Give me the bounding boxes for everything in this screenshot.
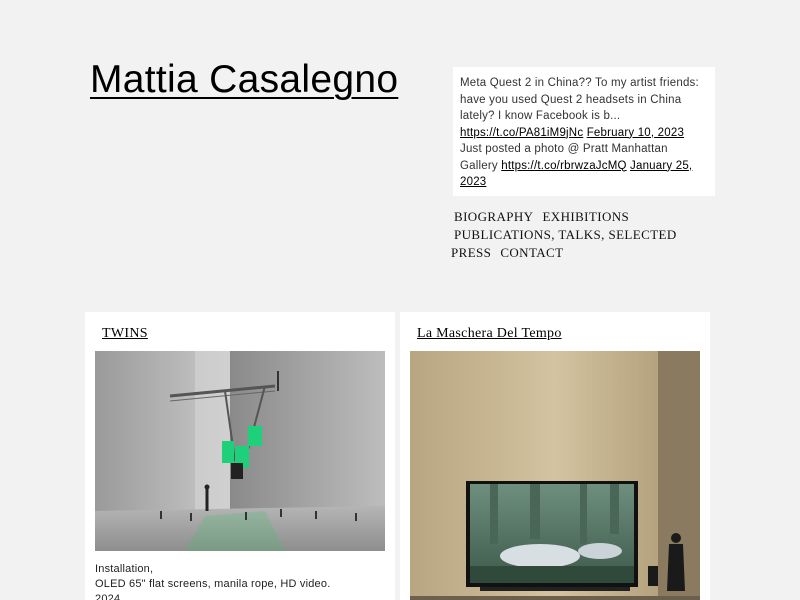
nav-item-contact[interactable]: Contact: [500, 245, 563, 260]
project-image[interactable]: [410, 351, 700, 600]
caption-line: 2024: [95, 593, 121, 600]
feed-post-link[interactable]: https://t.co/PA81iM9jNc: [460, 127, 583, 139]
caption-line: Installation,: [95, 563, 154, 575]
project-card-twins[interactable]: TWINS Installation, OLED 65" flat screen…: [85, 312, 395, 600]
nav-item-press[interactable]: Press: [451, 245, 491, 260]
feed-post-date[interactable]: February 10, 2023: [587, 127, 684, 139]
project-title[interactable]: La Maschera Del Tempo: [417, 326, 562, 342]
project-card-la-maschera[interactable]: La Maschera Del Tempo: [400, 312, 710, 600]
nav-item-publications[interactable]: Publications, Talks, Selected: [454, 227, 677, 242]
site-title[interactable]: Mattia Casalegno: [90, 58, 398, 102]
feed-post-text: Meta Quest 2 in China?? To my artist fri…: [460, 77, 699, 122]
project-title[interactable]: TWINS: [102, 326, 148, 342]
project-image[interactable]: [95, 351, 385, 551]
project-caption: Installation, OLED 65" flat screens, man…: [95, 562, 330, 600]
social-feed: Meta Quest 2 in China?? To my artist fri…: [453, 67, 715, 196]
main-nav: Biography Exhibitions Publications, Talks…: [451, 208, 721, 262]
caption-line: OLED 65" flat screens, manila rope, HD v…: [95, 578, 331, 590]
nav-item-exhibitions[interactable]: Exhibitions: [542, 209, 629, 224]
feed-post-link[interactable]: https://t.co/rbrwzaJcMQ: [501, 160, 626, 172]
nav-item-biography[interactable]: Biography: [454, 209, 533, 224]
